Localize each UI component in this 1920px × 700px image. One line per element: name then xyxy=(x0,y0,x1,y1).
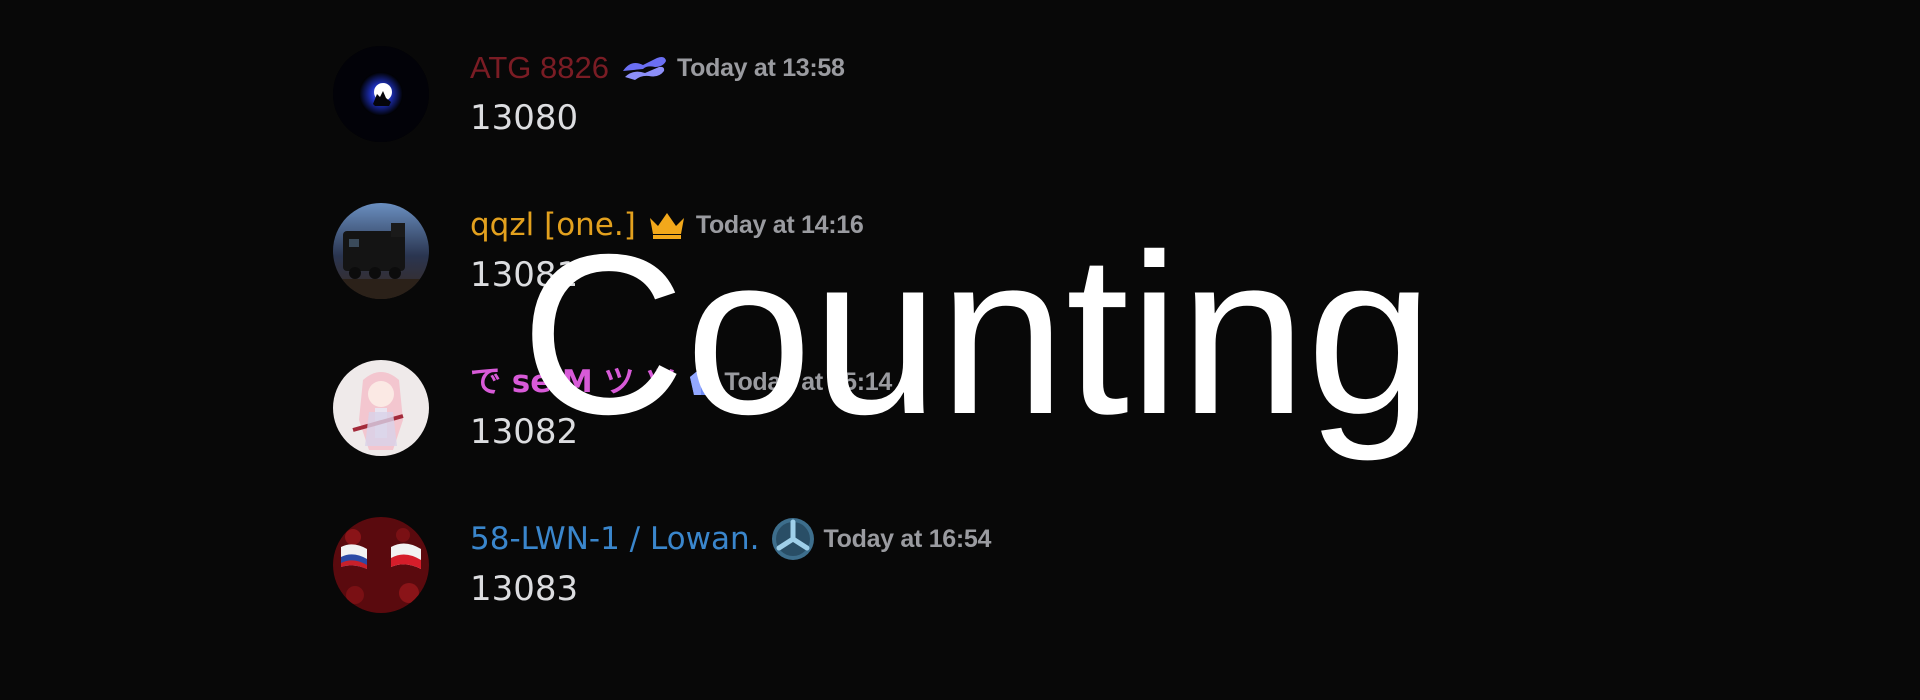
message-content: 13083 xyxy=(470,569,579,609)
nitro-badge-icon xyxy=(619,51,669,85)
flags-avatar-icon xyxy=(333,517,429,613)
wolf-moon-avatar-icon xyxy=(333,46,429,142)
avatar[interactable] xyxy=(333,517,429,613)
y-emblem-icon xyxy=(770,516,816,562)
message-header: ATG 8826 Today at 13:58 xyxy=(470,46,845,90)
message-header: 58-LWN-1 / Lowan. Today at 16:54 xyxy=(470,517,991,561)
username[interactable]: ATG 8826 xyxy=(470,46,609,90)
message: 58-LWN-1 / Lowan. Today at 16:54 13083 xyxy=(333,517,1633,617)
avatar[interactable] xyxy=(333,46,429,142)
overlay-title: Counting xyxy=(520,208,1434,462)
timestamp: Today at 16:54 xyxy=(823,524,992,553)
message-content: 13080 xyxy=(470,98,579,138)
message: ATG 8826 Today at 13:58 13080 xyxy=(333,46,1633,146)
timestamp: Today at 13:58 xyxy=(677,53,845,82)
username[interactable]: 58-LWN-1 / Lowan. xyxy=(470,517,760,561)
